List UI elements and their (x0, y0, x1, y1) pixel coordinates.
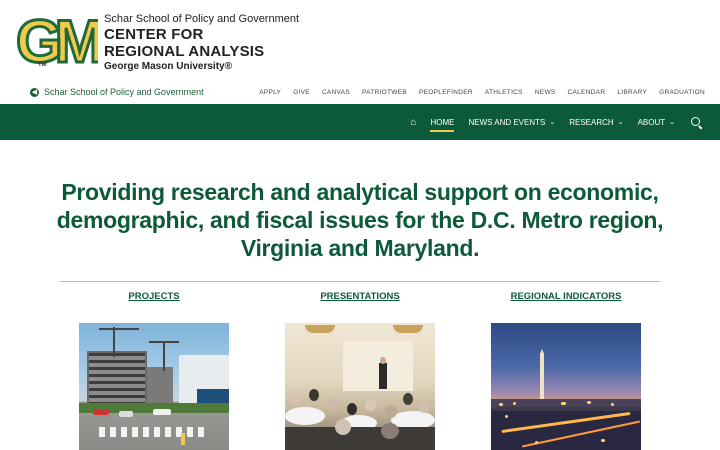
chevron-down-icon: ⌄ (617, 119, 624, 126)
nav-news-and-events-label: NEWS AND EVENTS (468, 117, 546, 127)
nav-home-label: HOME (430, 117, 455, 127)
hero-headline: Providing research and analytical suppor… (56, 179, 664, 261)
gmu-logo[interactable]: GM (16, 8, 98, 70)
projects-link[interactable]: PROJECTS (79, 291, 229, 302)
nav-research-label: RESEARCH (569, 117, 614, 127)
site-header: GM TM Schar School of Policy and Governm… (0, 0, 720, 84)
center-name-line1: CENTER FOR (104, 26, 204, 43)
utility-link-canvas[interactable]: CANVAS (322, 89, 350, 96)
svg-text:GM: GM (16, 8, 98, 70)
utility-bar: ◀ Schar School of Policy and Government … (0, 84, 720, 104)
logo-wordmark[interactable]: Schar School of Policy and Government CE… (104, 12, 299, 73)
university-name: George Mason University® (104, 61, 232, 72)
home-icon[interactable]: ⌂ (410, 117, 416, 128)
nav-home[interactable]: HOME (430, 104, 455, 140)
school-name: Schar School of Policy and Government (104, 13, 300, 25)
utility-link-peoplefinder[interactable]: PEOPLEFINDER (419, 89, 473, 96)
utility-link-library[interactable]: LIBRARY (617, 89, 647, 96)
trademark-mark: TM (38, 62, 47, 68)
utility-link-give[interactable]: GIVE (293, 89, 310, 96)
presentations-link[interactable]: PRESENTATIONS (285, 291, 435, 302)
main-nav: ⌂ HOME NEWS AND EVENTS ⌄ RESEARCH ⌄ ABOU… (0, 104, 720, 140)
utility-link-patriotweb[interactable]: PATRIOTWEB (362, 89, 407, 96)
utility-link-graduation[interactable]: GRADUATION (659, 89, 705, 96)
utility-links: APPLY GIVE CANVAS PATRIOTWEB PEOPLEFINDE… (259, 89, 705, 96)
presentations-image[interactable] (285, 323, 435, 450)
schar-school-link-label: Schar School of Policy and Government (44, 87, 204, 97)
nav-about[interactable]: ABOUT ⌄ (638, 104, 675, 140)
nav-research[interactable]: RESEARCH ⌄ (569, 104, 623, 140)
utility-link-news[interactable]: NEWS (535, 89, 556, 96)
search-icon[interactable] (691, 116, 703, 129)
utility-link-calendar[interactable]: CALENDAR (568, 89, 606, 96)
center-name-line2: REGIONAL ANALYSIS (104, 43, 265, 60)
nav-about-label: ABOUT (637, 117, 666, 127)
chevron-down-icon: ⌄ (669, 119, 675, 126)
schar-school-link[interactable]: ◀ Schar School of Policy and Government (30, 87, 204, 97)
utility-link-apply[interactable]: APPLY (259, 89, 281, 96)
section-divider (60, 281, 660, 282)
regional-indicators-image[interactable] (491, 323, 641, 450)
chevron-down-icon: ⌄ (549, 119, 556, 126)
projects-image[interactable] (79, 323, 229, 450)
arrow-left-circle-icon: ◀ (30, 87, 39, 97)
nav-news-and-events[interactable]: NEWS AND EVENTS ⌄ (468, 104, 555, 140)
utility-link-athletics[interactable]: ATHLETICS (485, 89, 523, 96)
regional-indicators-link[interactable]: REGIONAL INDICATORS (491, 291, 641, 302)
